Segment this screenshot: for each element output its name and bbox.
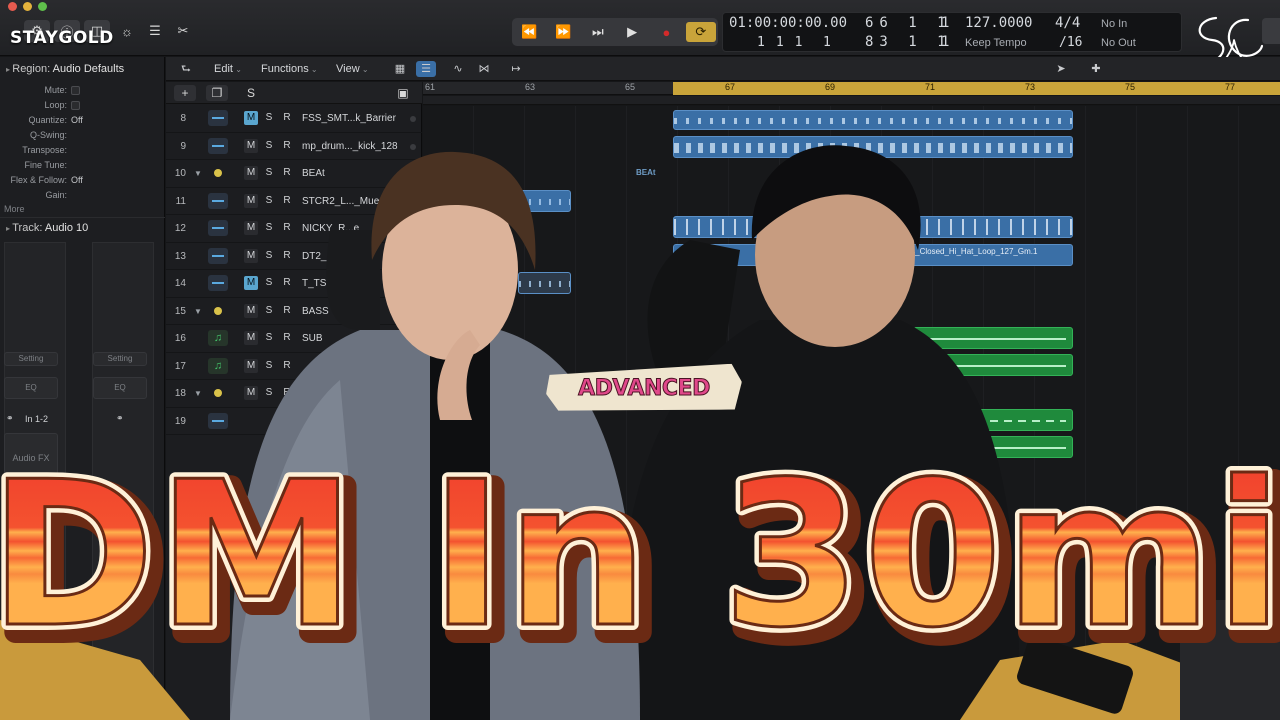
title-text: EDM In 30min: [0, 439, 1280, 662]
badge-label: ADVANCED: [578, 376, 711, 402]
difficulty-badge: ADVANCED: [546, 366, 742, 412]
video-title: EDM In 30min EDM In 30min EDM In 30min: [0, 433, 1280, 662]
